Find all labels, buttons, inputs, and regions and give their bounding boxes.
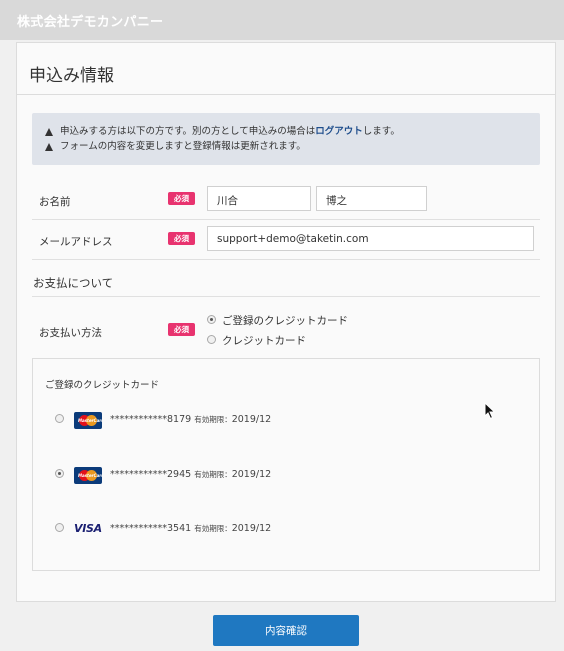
card-number-text: ************8179 (110, 414, 192, 425)
name-label: お名前 (39, 196, 71, 208)
card-number: ************3541 有効期限：2019/12 (110, 523, 271, 534)
registered-cards-panel: ご登録のクレジットカード MasterCard ************8179… (32, 358, 540, 571)
card-radio-2945[interactable] (55, 469, 64, 478)
confirm-button[interactable]: 内容確認 (213, 615, 359, 646)
warning-icon (45, 142, 53, 151)
card-radio-3541[interactable] (55, 523, 64, 532)
required-badge: 必須 (168, 192, 195, 205)
mouse-cursor-icon (484, 402, 496, 420)
card-number-text: ************3541 (110, 523, 192, 534)
last-name-field[interactable]: 川合 (207, 186, 311, 211)
email-label: メールアドレス (39, 236, 113, 248)
company-name: 株式会社デモカンパニー (17, 15, 164, 30)
email-field[interactable]: support+demo@taketin.com (207, 226, 534, 251)
notice-line-1: 申込みする方は以下の方です。別の方として申込みの場合は ログアウト します。 (45, 124, 540, 139)
card-radio-8179[interactable] (55, 414, 64, 423)
expiry-label: 有効期限： (194, 524, 232, 533)
payment-option-credit-card-label[interactable]: クレジットカード (222, 333, 306, 348)
payment-option-registered-card-radio[interactable] (207, 315, 216, 324)
notice-text: します。 (362, 126, 400, 137)
page-title: 申込み情報 (29, 66, 114, 86)
divider (17, 94, 555, 95)
payment-method-label: お支払い方法 (39, 327, 102, 339)
mastercard-icon: MasterCard (74, 412, 102, 429)
payment-section-heading: お支払について (33, 276, 114, 290)
expiry-label: 有効期限： (194, 470, 232, 479)
visa-icon: VISA (74, 522, 102, 535)
expiry-value: 2019/12 (231, 469, 272, 480)
payment-option-credit-card-radio[interactable] (207, 335, 216, 344)
warning-icon (45, 127, 53, 136)
required-badge: 必須 (168, 232, 195, 245)
divider (32, 219, 540, 220)
card-number-text: ************2945 (110, 469, 192, 480)
card-number: ************8179 有効期限：2019/12 (110, 414, 271, 425)
mastercard-icon: MasterCard (74, 467, 102, 484)
registered-cards-title: ご登録のクレジットカード (45, 380, 160, 391)
divider (32, 296, 540, 297)
divider (32, 259, 540, 260)
app-header: 株式会社デモカンパニー (0, 0, 564, 40)
required-badge: 必須 (168, 323, 195, 336)
expiry-value: 2019/12 (231, 414, 272, 425)
expiry-label: 有効期限： (194, 415, 232, 424)
notice-box: 申込みする方は以下の方です。別の方として申込みの場合は ログアウト します。 フォー… (32, 113, 540, 165)
card-number: ************2945 有効期限：2019/12 (110, 469, 271, 480)
logout-link[interactable]: ログアウト (315, 124, 363, 139)
expiry-value: 2019/12 (231, 523, 272, 534)
notice-line-2: フォームの内容を変更しますと登録情報は更新されます。 (45, 139, 540, 154)
notice-text: 申込みする方は以下の方です。別の方として申込みの場合は (60, 126, 316, 137)
first-name-field[interactable]: 博之 (316, 186, 427, 211)
payment-option-registered-card-label[interactable]: ご登録のクレジットカード (222, 313, 348, 328)
application-card: 申込み情報 申込みする方は以下の方です。別の方として申込みの場合は ログアウト しま… (16, 42, 556, 602)
notice-text: フォームの内容を変更しますと登録情報は更新されます。 (60, 141, 306, 152)
